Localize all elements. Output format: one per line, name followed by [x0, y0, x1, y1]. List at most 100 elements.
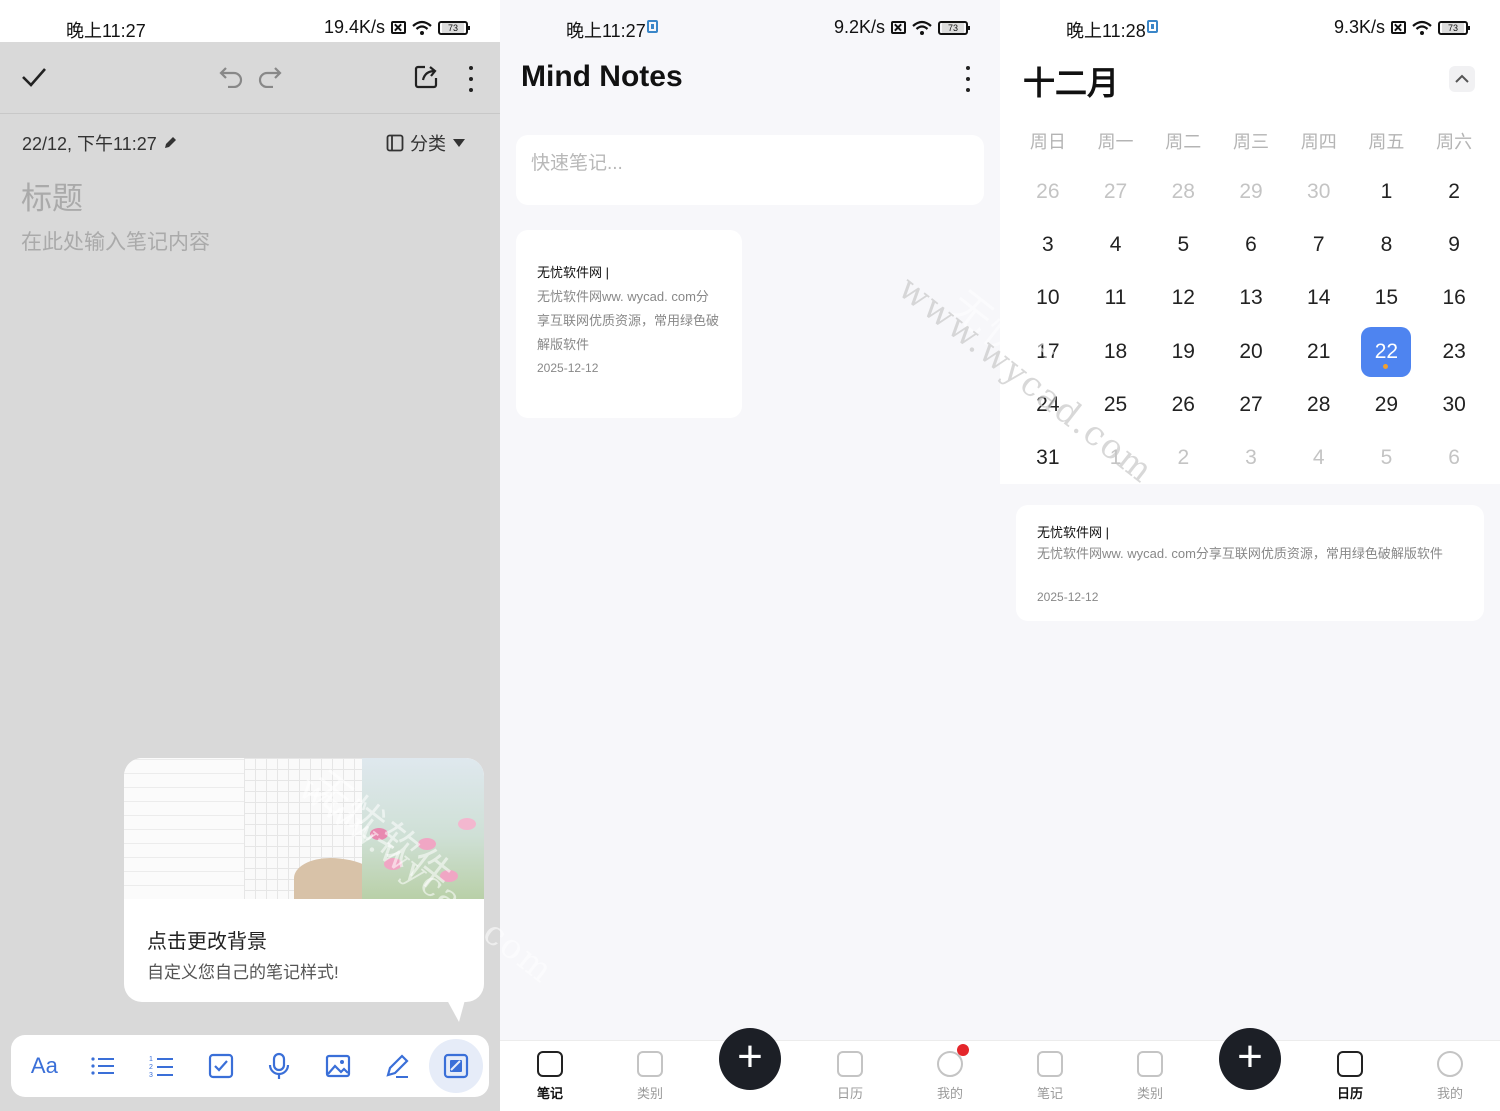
calendar-day[interactable]: 4 — [1082, 218, 1150, 271]
category-icon — [1137, 1051, 1163, 1077]
draw-button[interactable] — [370, 1039, 424, 1093]
calendar-day[interactable]: 28 — [1149, 165, 1217, 218]
network-speed: 9.2K/s — [833, 17, 885, 37]
day-number: 5 — [1177, 232, 1190, 256]
calendar-day[interactable]: 16 — [1420, 272, 1488, 325]
calendar-day[interactable]: 29 — [1217, 165, 1285, 218]
calendar-day[interactable]: 6 — [1420, 431, 1488, 484]
calendar-day[interactable]: 29 — [1353, 378, 1421, 431]
notification-icon — [1147, 20, 1158, 33]
notification-icon — [647, 20, 658, 33]
add-note-button[interactable]: + — [719, 1028, 781, 1090]
nav-profile[interactable]: 我的 — [920, 1049, 980, 1102]
day-number: 31 — [1036, 446, 1060, 470]
undo-icon[interactable] — [218, 64, 244, 88]
calendar-day[interactable]: 26 — [1149, 378, 1217, 431]
calendar-day[interactable]: 17 — [1014, 325, 1082, 378]
nav-categories[interactable]: 类别 — [1120, 1049, 1180, 1102]
day-number: 15 — [1374, 286, 1399, 310]
voice-button[interactable] — [252, 1039, 306, 1093]
more-icon[interactable] — [966, 66, 972, 92]
nav-notes[interactable]: 笔记 — [1020, 1049, 1080, 1102]
calendar-day[interactable]: 9 — [1420, 218, 1488, 271]
calendar-day[interactable]: 5 — [1353, 431, 1421, 484]
calendar-day[interactable]: 7 — [1285, 218, 1353, 271]
calendar-day[interactable]: 8 — [1353, 218, 1421, 271]
nav-calendar[interactable]: 日历 — [1320, 1049, 1380, 1102]
nav-notes[interactable]: 笔记 — [520, 1049, 580, 1102]
calendar-day-selected[interactable]: 22 — [1353, 325, 1421, 378]
calendar-day[interactable]: 20 — [1217, 325, 1285, 378]
calendar-day[interactable]: 12 — [1149, 272, 1217, 325]
more-icon[interactable] — [469, 66, 475, 92]
quick-note-input[interactable]: 快速笔记... — [516, 135, 984, 205]
calendar-day[interactable]: 2 — [1149, 431, 1217, 484]
day-number: 2 — [1177, 446, 1190, 470]
title-input[interactable]: 标题 — [21, 173, 83, 218]
calendar-day[interactable]: 18 — [1082, 325, 1150, 378]
tip-title: 点击更改背景 — [147, 931, 267, 953]
text-style-button[interactable]: Aa — [17, 1039, 71, 1093]
day-number: 28 — [1171, 179, 1195, 203]
nav-categories[interactable]: 类别 — [620, 1049, 680, 1102]
calendar-day[interactable]: 3 — [1217, 431, 1285, 484]
calendar-day[interactable]: 15 — [1353, 272, 1421, 325]
background-button[interactable] — [428, 1039, 483, 1093]
checkbox-icon — [208, 1053, 233, 1079]
bullet-list-button[interactable] — [76, 1039, 130, 1093]
numbered-list-button[interactable]: 123 — [135, 1039, 189, 1093]
background-tip-popup[interactable]: 点击更改背景 自定义您自己的笔记样式! — [124, 758, 484, 1022]
notification-badge — [957, 1044, 969, 1056]
calendar-day[interactable]: 1 — [1082, 431, 1150, 484]
grid-paper-preview[interactable] — [244, 758, 384, 899]
calendar-day[interactable]: 14 — [1285, 272, 1353, 325]
calendar-day[interactable]: 11 — [1082, 272, 1150, 325]
calendar-screen: 晚上11:28 9.3K/s 73 十二月 周日 周一 周二 周三 周四 周五 周六 26 2… — [1000, 0, 1500, 1111]
calendar-day[interactable]: 21 — [1285, 325, 1353, 378]
calendar-day[interactable]: 26 — [1014, 165, 1082, 218]
calendar-day[interactable]: 30 — [1420, 378, 1488, 431]
calendar-day[interactable]: 3 — [1014, 218, 1082, 271]
tip-subtitle: 自定义您自己的笔记样式! — [147, 963, 339, 982]
calendar-day[interactable]: 24 — [1014, 378, 1082, 431]
redo-icon[interactable] — [257, 64, 283, 88]
svg-text:1: 1 — [149, 1056, 153, 1063]
day-number: 28 — [1307, 392, 1331, 416]
calendar-day[interactable]: 6 — [1217, 218, 1285, 271]
nav-calendar[interactable]: 日历 — [820, 1049, 880, 1102]
calendar-day[interactable]: 1 — [1353, 165, 1421, 218]
calendar-day[interactable]: 28 — [1285, 378, 1353, 431]
dropdown-arrow-icon — [453, 139, 465, 147]
calendar-day[interactable]: 2 — [1420, 165, 1488, 218]
calendar-day[interactable]: 31 — [1014, 431, 1082, 484]
flower-background-preview[interactable] — [362, 758, 484, 899]
note-card[interactable]: 无忧软件网 | 无忧软件网ww. wycad. com分享互联网优质资源，常用绿… — [516, 230, 742, 418]
nav-profile[interactable]: 我的 — [1420, 1049, 1480, 1102]
category-icon — [637, 1051, 663, 1077]
calendar-day[interactable]: 23 — [1420, 325, 1488, 378]
calendar-day[interactable]: 13 — [1217, 272, 1285, 325]
add-note-button[interactable]: + — [1219, 1028, 1281, 1090]
no-sim-icon — [891, 21, 906, 34]
check-icon[interactable] — [21, 66, 47, 88]
note-date[interactable]: 22/12, 下午11:27 — [22, 130, 177, 156]
checklist-button[interactable] — [194, 1039, 248, 1093]
calendar-day[interactable]: 19 — [1149, 325, 1217, 378]
note-card[interactable]: 无忧软件网 | 无忧软件网ww. wycad. com分享互联网优质资源，常用绿… — [1016, 505, 1484, 621]
calendar-day[interactable]: 4 — [1285, 431, 1353, 484]
calendar-day[interactable]: 30 — [1285, 165, 1353, 218]
calendar-day[interactable]: 10 — [1014, 272, 1082, 325]
body-input[interactable]: 在此处输入笔记内容 — [21, 226, 210, 256]
calendar-day[interactable]: 5 — [1149, 218, 1217, 271]
share-icon[interactable] — [413, 64, 439, 90]
collapse-calendar-button[interactable] — [1449, 66, 1475, 92]
lined-paper-preview[interactable] — [124, 758, 244, 899]
weekday-label: 周四 — [1300, 132, 1337, 152]
category-button[interactable]: 分类 — [386, 130, 466, 156]
image-button[interactable] — [311, 1039, 365, 1093]
pencil-icon — [164, 137, 176, 148]
profile-icon — [1437, 1051, 1463, 1077]
calendar-day[interactable]: 25 — [1082, 378, 1150, 431]
calendar-day[interactable]: 27 — [1217, 378, 1285, 431]
calendar-day[interactable]: 27 — [1082, 165, 1150, 218]
